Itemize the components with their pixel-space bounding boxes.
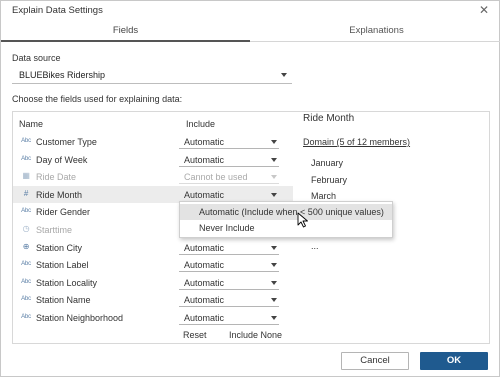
field-row[interactable]: Abc Station Neighborhood Automatic: [13, 309, 293, 327]
chevron-down-icon: [271, 298, 277, 303]
tab-bar: Fields Explanations: [1, 21, 500, 42]
field-name: Station Neighborhood: [36, 312, 124, 323]
data-source-select[interactable]: BLUEBikes Ridership: [12, 67, 292, 84]
field-row[interactable]: Abc Station Name Automatic: [13, 291, 293, 309]
chevron-down-icon: [271, 140, 277, 144]
include-select-disabled: Cannot be used: [179, 169, 279, 185]
field-name: Starttime: [36, 224, 73, 235]
field-name: Station Locality: [36, 277, 98, 288]
chevron-down-icon: [271, 175, 277, 180]
mouse-cursor-icon: [297, 212, 308, 228]
menu-item-automatic[interactable]: Automatic (Include when < 500 unique val…: [180, 204, 392, 220]
field-name: Ride Date: [36, 172, 77, 183]
field-name: Station Name: [36, 295, 91, 306]
data-source-value: BLUEBikes Ridership: [19, 70, 106, 80]
field-name: Station City: [36, 242, 83, 253]
tab-fields[interactable]: Fields: [1, 21, 250, 42]
explain-data-settings-dialog: Explain Data Settings ✕ Fields Explanati…: [0, 0, 500, 377]
include-select[interactable]: Automatic: [179, 292, 279, 308]
field-name: Rider Gender: [36, 207, 91, 218]
include-none-button[interactable]: Include None: [229, 330, 282, 340]
string-field-icon: Abc: [21, 138, 31, 144]
string-field-icon: Abc: [21, 261, 31, 268]
include-value: Automatic: [184, 242, 225, 253]
column-header-include: Include: [186, 119, 216, 129]
data-source-label: Data source: [12, 53, 61, 63]
string-field-icon: Abc: [21, 313, 31, 320]
close-icon[interactable]: ✕: [479, 4, 489, 16]
include-value: Automatic: [184, 154, 225, 165]
chevron-down-icon: [271, 280, 277, 285]
include-select[interactable]: Automatic: [179, 257, 279, 273]
include-options-menu: Automatic (Include when < 500 unique val…: [179, 201, 393, 238]
include-select[interactable]: Automatic: [179, 240, 279, 255]
include-select[interactable]: Automatic: [179, 310, 279, 325]
string-field-icon: Abc: [21, 278, 31, 285]
chevron-down-icon: [271, 315, 277, 320]
geo-field-icon: ⊕: [22, 241, 30, 251]
ok-button[interactable]: OK: [420, 352, 488, 370]
include-value: Cannot be used: [184, 172, 248, 183]
field-name: Station Label: [36, 260, 89, 271]
domain-link[interactable]: Domain (5 of 12 members): [303, 137, 410, 147]
datetime-field-icon: ◷: [22, 223, 30, 233]
string-field-icon: Abc: [21, 296, 31, 303]
field-row[interactable]: Abc Day of Week Automatic: [13, 151, 293, 169]
cancel-button[interactable]: Cancel: [341, 352, 409, 370]
include-select[interactable]: Automatic: [179, 152, 279, 167]
bin-field-icon: #: [23, 188, 29, 198]
field-name: Ride Month: [36, 189, 83, 200]
chevron-down-icon: [271, 157, 277, 162]
field-row: ▦ Ride Date Cannot be used: [13, 168, 293, 186]
domain-member-ellipsis: ...: [311, 240, 319, 251]
domain-member: February: [311, 174, 348, 185]
field-row[interactable]: Abc Station Label Automatic: [13, 256, 293, 274]
date-field-icon: ▦: [22, 171, 30, 181]
include-value: Automatic: [184, 312, 225, 323]
menu-item-never-include[interactable]: Never Include: [180, 220, 392, 236]
chevron-down-icon: [271, 263, 277, 268]
detail-field-title: Ride Month: [303, 113, 355, 124]
field-row[interactable]: ⊕ Station City Automatic: [13, 239, 293, 257]
chevron-down-icon: [271, 192, 277, 197]
include-value: Automatic: [184, 277, 225, 288]
string-field-icon: Abc: [21, 155, 31, 162]
reset-button[interactable]: Reset: [183, 330, 207, 340]
field-name: Customer Type: [36, 137, 97, 147]
chevron-down-icon: [271, 245, 277, 250]
chevron-down-icon: [281, 73, 287, 77]
include-value: Automatic: [184, 295, 225, 306]
domain-member: January: [311, 158, 344, 168]
include-select[interactable]: Automatic: [179, 134, 279, 149]
fields-instructions: Choose the fields used for explaining da…: [12, 94, 183, 104]
include-select[interactable]: Automatic: [179, 275, 279, 290]
include-select-open[interactable]: Automatic: [179, 187, 279, 202]
string-field-icon: Abc: [21, 208, 31, 215]
field-row[interactable]: Abc Customer Type Automatic: [13, 133, 293, 151]
include-value: Automatic: [184, 189, 225, 200]
dialog-title: Explain Data Settings: [12, 5, 103, 16]
column-header-name: Name: [19, 119, 44, 129]
field-name: Day of Week: [36, 154, 88, 165]
field-row[interactable]: Abc Station Locality Automatic: [13, 274, 293, 292]
tab-explanations[interactable]: Explanations: [252, 21, 500, 42]
include-value: Automatic: [184, 260, 225, 271]
include-value: Automatic: [184, 137, 225, 147]
